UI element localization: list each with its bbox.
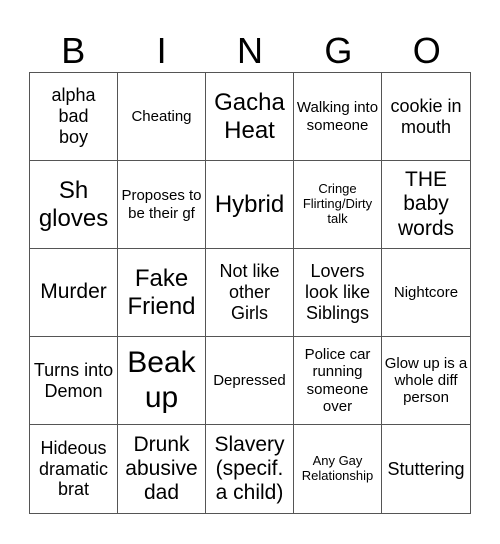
bingo-cell[interactable]: Walking into someone — [294, 73, 382, 161]
bingo-cell[interactable]: Gacha Heat — [206, 73, 294, 161]
header-letter-b: B — [61, 30, 86, 71]
bingo-cell[interactable]: Not like other Girls — [206, 249, 294, 337]
bingo-cell[interactable]: Proposes to be their gf — [118, 161, 206, 249]
bingo-cell[interactable]: Hideous dramatic brat — [30, 425, 118, 513]
bingo-cell[interactable]: Murder — [30, 249, 118, 337]
bingo-cell[interactable]: Hybrid — [206, 161, 294, 249]
bingo-cell[interactable]: Cheating — [118, 73, 206, 161]
header-letter-o: O — [412, 30, 441, 71]
header-letter-n: N — [236, 30, 263, 71]
bingo-header: B I N G O — [29, 30, 471, 72]
bingo-cell[interactable]: Nightcore — [382, 249, 470, 337]
header-letter-i: I — [156, 30, 167, 71]
bingo-cell[interactable]: Glow up is a whole diff person — [382, 337, 470, 425]
bingo-cell[interactable]: THE baby words — [382, 161, 470, 249]
bingo-cell[interactable]: Sh gloves — [30, 161, 118, 249]
bingo-cell[interactable]: Turns into Demon — [30, 337, 118, 425]
header-letter-g: G — [324, 30, 353, 71]
bingo-cell[interactable]: Slavery (specif. a child) — [206, 425, 294, 513]
bingo-cell[interactable]: Drunk abusive dad — [118, 425, 206, 513]
bingo-grid: alpha bad boy Cheating Gacha Heat Walkin… — [29, 72, 471, 514]
bingo-cell[interactable]: Stuttering — [382, 425, 470, 513]
bingo-cell[interactable]: Fake Friend — [118, 249, 206, 337]
bingo-cell[interactable]: alpha bad boy — [30, 73, 118, 161]
bingo-cell[interactable]: Lovers look like Siblings — [294, 249, 382, 337]
bingo-cell[interactable]: Police car running someone over — [294, 337, 382, 425]
bingo-cell[interactable]: Depressed — [206, 337, 294, 425]
bingo-cell[interactable]: cookie in mouth — [382, 73, 470, 161]
bingo-cell[interactable]: Beak up — [118, 337, 206, 425]
bingo-cell[interactable]: Any Gay Relationship — [294, 425, 382, 513]
bingo-cell[interactable]: Cringe Flirting/Dirty talk — [294, 161, 382, 249]
